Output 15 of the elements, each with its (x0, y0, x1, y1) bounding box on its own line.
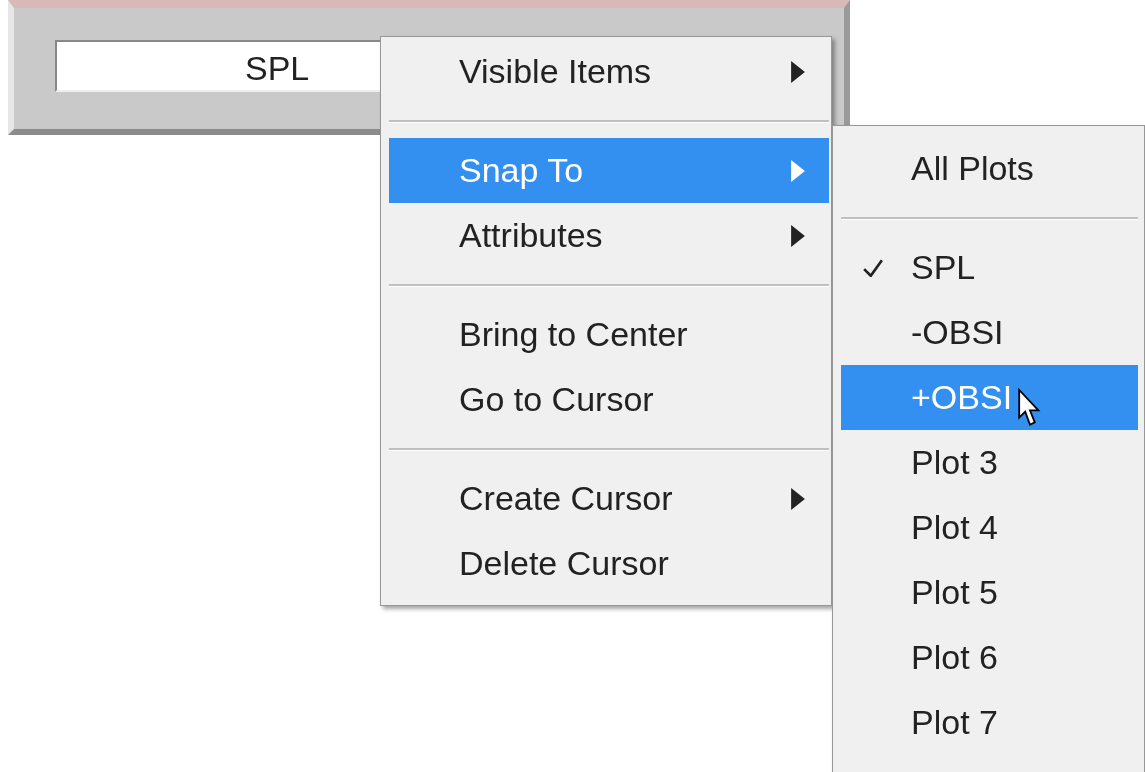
menu-item[interactable]: All Plots (841, 136, 1138, 201)
menu-item[interactable]: Plot 6 (841, 625, 1138, 690)
menu-item[interactable]: -OBSI (841, 300, 1138, 365)
menu-item[interactable]: Plot 7 (841, 690, 1138, 755)
menu-item[interactable]: Bring to Center (389, 302, 829, 367)
mouse-pointer-icon (1018, 388, 1042, 428)
menu-item[interactable]: Plot 5 (841, 560, 1138, 625)
menu-item[interactable]: Go to Cursor (389, 367, 829, 432)
menu-item[interactable]: Delete Cursor (389, 531, 829, 596)
menu-item[interactable]: SPL (841, 235, 1138, 300)
menu-item[interactable]: Attributes (389, 203, 829, 268)
menu-item[interactable]: Plot 3 (841, 430, 1138, 495)
menu-item[interactable]: Plot 4 (841, 495, 1138, 560)
menu-item[interactable]: Create Cursor (389, 466, 829, 531)
checkmark-icon (863, 258, 883, 277)
